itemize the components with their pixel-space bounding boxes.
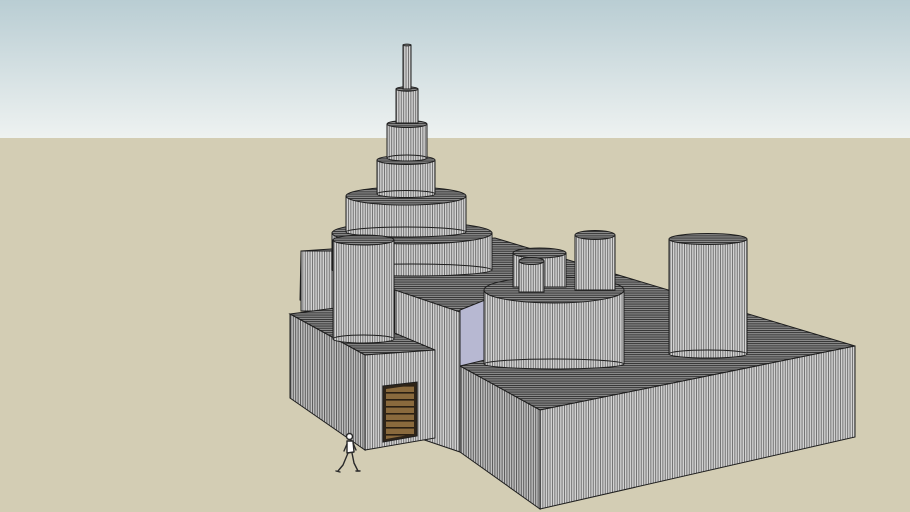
tower-tier-4 <box>386 120 428 162</box>
drum-cylinder <box>483 276 625 370</box>
tower-tier-5 <box>395 86 419 124</box>
sky <box>0 0 910 138</box>
sketchup-3d-viewport[interactable] <box>0 0 910 512</box>
glass-recess <box>459 299 486 367</box>
drum-small-cylinder <box>518 257 545 293</box>
temple-model-render <box>0 0 910 512</box>
drum-tall-cylinder <box>574 230 616 291</box>
tower-tier-3 <box>376 155 436 198</box>
tower-spire <box>402 43 412 90</box>
right-tall-cylinder <box>668 233 748 359</box>
left-front-cylinder <box>332 234 395 344</box>
rear-left-wall <box>300 250 334 312</box>
wooden-door <box>386 385 414 439</box>
